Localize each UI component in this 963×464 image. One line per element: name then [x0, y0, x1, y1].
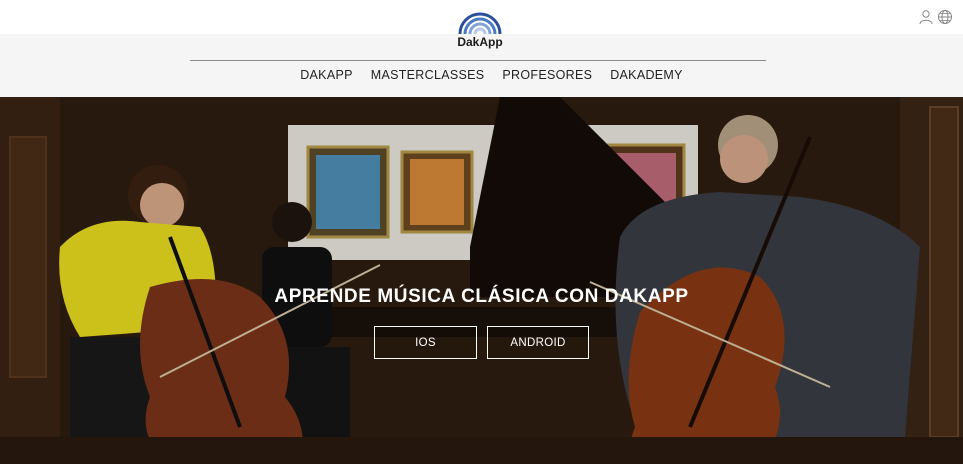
android-button[interactable]: ANDROID — [487, 326, 589, 359]
nav-item-profesores[interactable]: PROFESORES — [502, 68, 592, 82]
hero-title: APRENDE MÚSICA CLÁSICA CON DAKAPP — [274, 286, 689, 307]
logo-text: DakApp — [457, 35, 503, 49]
hero-overlay — [0, 97, 963, 464]
ios-button[interactable]: IOS — [374, 326, 477, 359]
user-icon[interactable] — [918, 9, 934, 25]
main-nav: DAKAPP MASTERCLASSES PROFESORES DAKADEMY — [0, 68, 963, 82]
nav-divider — [190, 60, 766, 61]
nav-item-dakapp[interactable]: DAKAPP — [300, 68, 353, 82]
globe-icon[interactable] — [937, 9, 953, 25]
site-logo[interactable]: DakApp — [454, 10, 506, 54]
nav-item-dakademy[interactable]: DAKADEMY — [610, 68, 683, 82]
hero-banner: APRENDE MÚSICA CLÁSICA CON DAKAPP IOS AN… — [0, 97, 963, 464]
account-icons — [918, 9, 953, 25]
nav-item-masterclasses[interactable]: MASTERCLASSES — [371, 68, 485, 82]
rainbow-logo-icon — [458, 12, 502, 34]
